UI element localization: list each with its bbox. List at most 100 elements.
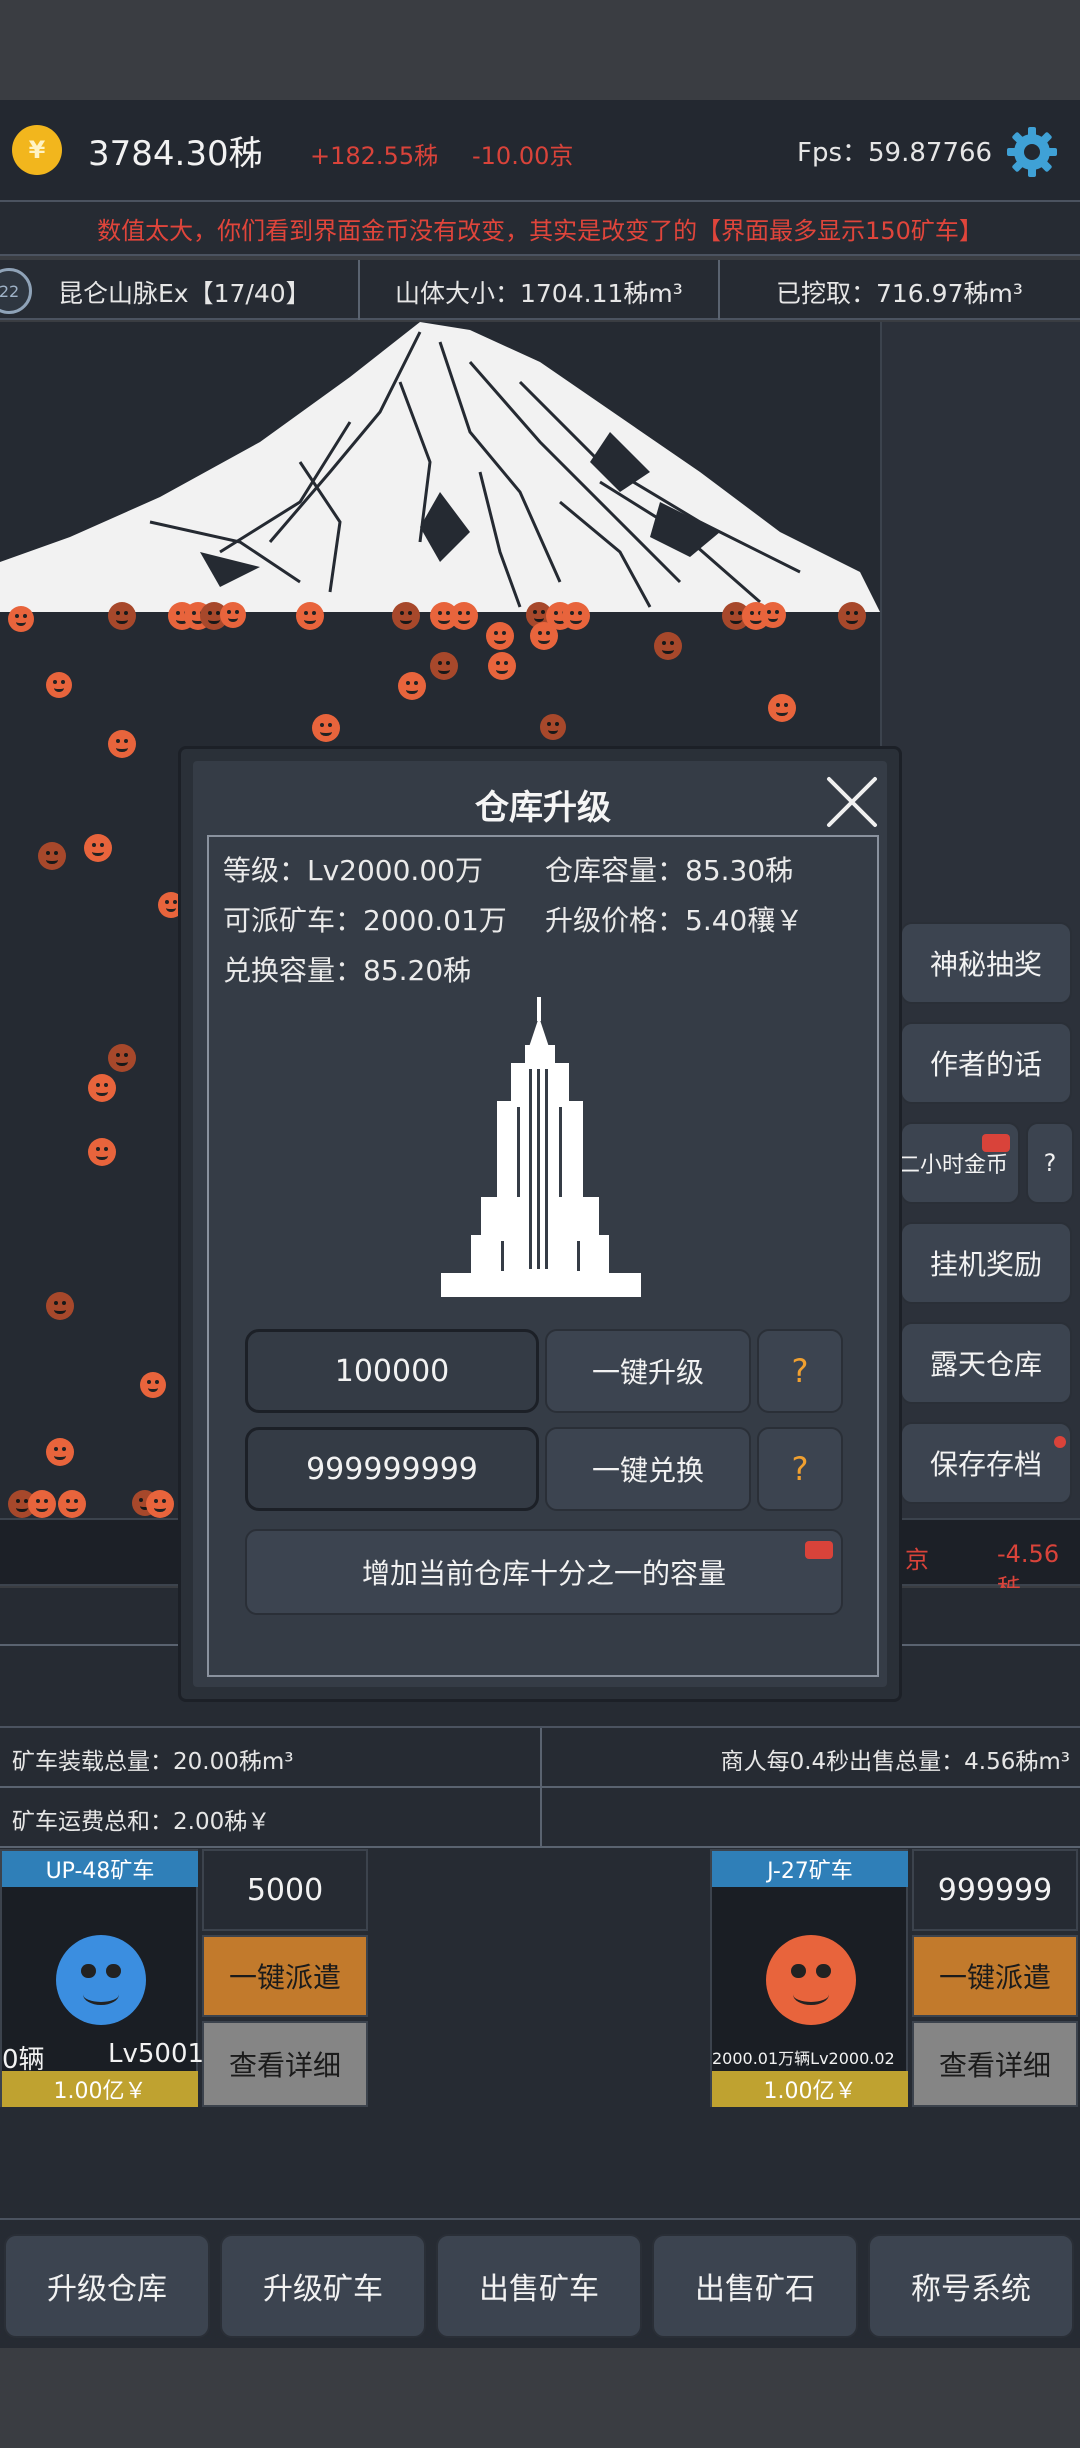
cart-card-left[interactable]: UP-48矿车 0辆 Lv5001 1.00亿￥ xyxy=(0,1849,204,2107)
mine-cart-icon xyxy=(540,714,566,740)
left-details-button[interactable]: 查看详细 xyxy=(202,2021,368,2107)
nav-upgrade-warehouse[interactable]: 升级仓库 xyxy=(4,2234,210,2338)
video-icon xyxy=(982,1134,1010,1152)
right-dispatch-button[interactable]: 一键派遣 xyxy=(912,1935,1078,2017)
mine-cart-icon xyxy=(430,652,458,680)
mountain-info-row: 22 昆仑山脉Ex【17/40】 山体大小：1704.11秭m³ 已挖取：716… xyxy=(0,260,1080,320)
author-notes-button[interactable]: 作者的话 xyxy=(900,1022,1072,1104)
dialog-title: 仓库升级 xyxy=(181,779,905,829)
add-capacity-button[interactable]: 增加当前仓库十分之一的容量 xyxy=(245,1529,843,1615)
right-dispatch-label: 一键派遣 xyxy=(938,1961,1051,1994)
nav-upgrade-cart[interactable]: 升级矿车 xyxy=(220,2234,426,2338)
video-icon xyxy=(805,1541,833,1559)
lottery-button[interactable]: 神秘抽奖 xyxy=(900,922,1072,1004)
cart-price: 1.00亿￥ xyxy=(712,2071,908,2107)
dialog-content: 等级：Lv2000.00万 仓库容量：85.30秭 可派矿车：2000.01万 … xyxy=(207,835,879,1677)
cart-face-icon xyxy=(56,1935,146,2025)
upgrade-quantity-input[interactable]: 100000 xyxy=(245,1329,539,1413)
mine-cart-icon xyxy=(220,602,246,628)
mine-cart-icon xyxy=(398,672,426,700)
hours-gold-help-button[interactable]: ? xyxy=(1026,1122,1074,1204)
skyscraper-icon xyxy=(441,997,641,1297)
nav-label: 升级仓库 xyxy=(47,2272,167,2307)
mine-cart-icon xyxy=(58,1490,86,1518)
warehouse-capacity: 仓库容量：85.30秭 xyxy=(545,854,794,887)
cart-name-tag: UP-48矿车 xyxy=(2,1851,198,1887)
divider xyxy=(358,260,360,320)
cart-level: Lv5001 xyxy=(108,2039,205,2069)
exchange-quantity-input[interactable]: 999999999 xyxy=(245,1427,539,1511)
mine-cart-icon xyxy=(46,672,72,698)
coin-icon: ¥ xyxy=(12,125,62,175)
mine-cart-icon xyxy=(108,602,136,630)
right-details-label: 查看详细 xyxy=(938,2049,1051,2082)
top-bar: ¥ 3784.30秭 +182.55秭 -10.00京 Fps：59.87766 xyxy=(0,100,1080,200)
upgrade-price: 升级价格：5.40穰￥ xyxy=(545,904,804,937)
one-click-upgrade-button[interactable]: 一键升级 xyxy=(545,1329,751,1413)
save-label: 保存存档 xyxy=(929,1448,1042,1481)
cart-name: J-27矿车 xyxy=(767,1859,853,1884)
nav-sell-cart[interactable]: 出售矿车 xyxy=(436,2234,642,2338)
mine-cart-icon xyxy=(296,602,324,630)
left-quantity-input[interactable]: 5000 xyxy=(202,1849,368,1931)
left-quantity-value: 5000 xyxy=(246,1872,324,1908)
mine-cart-icon xyxy=(84,834,112,862)
warehouse-level: 等级：Lv2000.00万 xyxy=(223,854,483,887)
coin-balance: 3784.30秭 xyxy=(88,134,263,174)
hours-gold-button[interactable]: 二小时金币 xyxy=(900,1122,1020,1204)
right-details-button[interactable]: 查看详细 xyxy=(912,2021,1078,2107)
left-dispatch-label: 一键派遣 xyxy=(228,1961,341,1994)
idle-reward-button[interactable]: 挂机奖励 xyxy=(900,1222,1072,1304)
nav-title-system[interactable]: 称号系统 xyxy=(868,2234,1074,2338)
mine-cart-icon xyxy=(760,602,786,628)
notice-text: 数值太大，你们看到界面金币没有改变，其实是改变了的【界面最多显示150矿车】 xyxy=(97,216,983,245)
mine-cart-icon xyxy=(38,842,66,870)
notice-banner: 数值太大，你们看到界面金币没有改变，其实是改变了的【界面最多显示150矿车】 xyxy=(0,200,1080,256)
add-capacity-label: 增加当前仓库十分之一的容量 xyxy=(361,1557,726,1590)
right-quantity-value: 999999 xyxy=(937,1872,1053,1908)
mine-cart-icon xyxy=(46,1438,74,1466)
mine-cart-icon xyxy=(312,714,340,742)
income-rate: +182.55秭 xyxy=(310,142,439,170)
right-quantity-input[interactable]: 999999 xyxy=(912,1849,1078,1931)
open-warehouse-button[interactable]: 露天仓库 xyxy=(900,1322,1072,1404)
left-dispatch-button[interactable]: 一键派遣 xyxy=(202,1935,368,2017)
author-label: 作者的话 xyxy=(929,1048,1042,1081)
upgrade-quantity-value: 100000 xyxy=(334,1353,450,1389)
mine-cart-icon xyxy=(108,730,136,758)
help-label: ? xyxy=(1043,1149,1057,1177)
mine-cart-icon xyxy=(392,602,420,630)
mine-cart-icon xyxy=(488,652,516,680)
gear-icon[interactable] xyxy=(1004,124,1060,180)
status-left-text: 京 xyxy=(905,1546,929,1574)
mine-cart-icon xyxy=(46,1292,74,1320)
mine-cart-icon xyxy=(146,1490,174,1518)
mountain-level-badge[interactable]: 22 xyxy=(0,268,32,314)
mine-cart-icon xyxy=(88,1074,116,1102)
cart-card-right[interactable]: J-27矿车 2000.01万辆Lv2000.02万 1.00亿￥ xyxy=(710,1849,908,2107)
save-game-button[interactable]: 保存存档 xyxy=(900,1422,1072,1504)
cart-price: 1.00亿￥ xyxy=(2,2071,198,2107)
mine-cart-icon xyxy=(28,1490,56,1518)
merchant-total: 商人每0.4秒出售总量：4.56秭m³ xyxy=(720,1749,1070,1775)
mine-cart-icon xyxy=(562,602,590,630)
exchange-help-button[interactable]: ? xyxy=(757,1427,843,1511)
upgrade-help-button[interactable]: ? xyxy=(757,1329,843,1413)
dialog-title-text: 仓库升级 xyxy=(475,787,611,828)
status-bar-spacer xyxy=(0,0,1080,100)
close-icon[interactable] xyxy=(825,775,879,829)
one-click-exchange-button[interactable]: 一键兑换 xyxy=(545,1427,751,1511)
divider xyxy=(540,1728,542,1848)
upgrade-warehouse-dialog: 仓库升级 等级：Lv2000.00万 仓库容量：85.30秭 可派矿车：2000… xyxy=(178,746,902,1702)
notification-dot xyxy=(1054,1436,1066,1448)
mine-cart-icon xyxy=(486,622,514,650)
mine-cart-icon xyxy=(450,602,478,630)
cart-face-icon xyxy=(766,1935,856,2025)
nav-sell-ore[interactable]: 出售矿石 xyxy=(652,2234,858,2338)
stats-panel: 矿车装载总量：20.00秭m³ 商人每0.4秒出售总量：4.56秭m³ 矿车运费… xyxy=(0,1728,1080,1848)
mountain-size: 山体大小：1704.11秭m³ xyxy=(395,279,683,308)
freight-total: 矿车运费总和：2.00秭￥ xyxy=(12,1809,271,1835)
load-total: 矿车装载总量：20.00秭m³ xyxy=(12,1749,294,1775)
mine-cart-icon xyxy=(88,1138,116,1166)
mine-cart-icon xyxy=(654,632,682,660)
